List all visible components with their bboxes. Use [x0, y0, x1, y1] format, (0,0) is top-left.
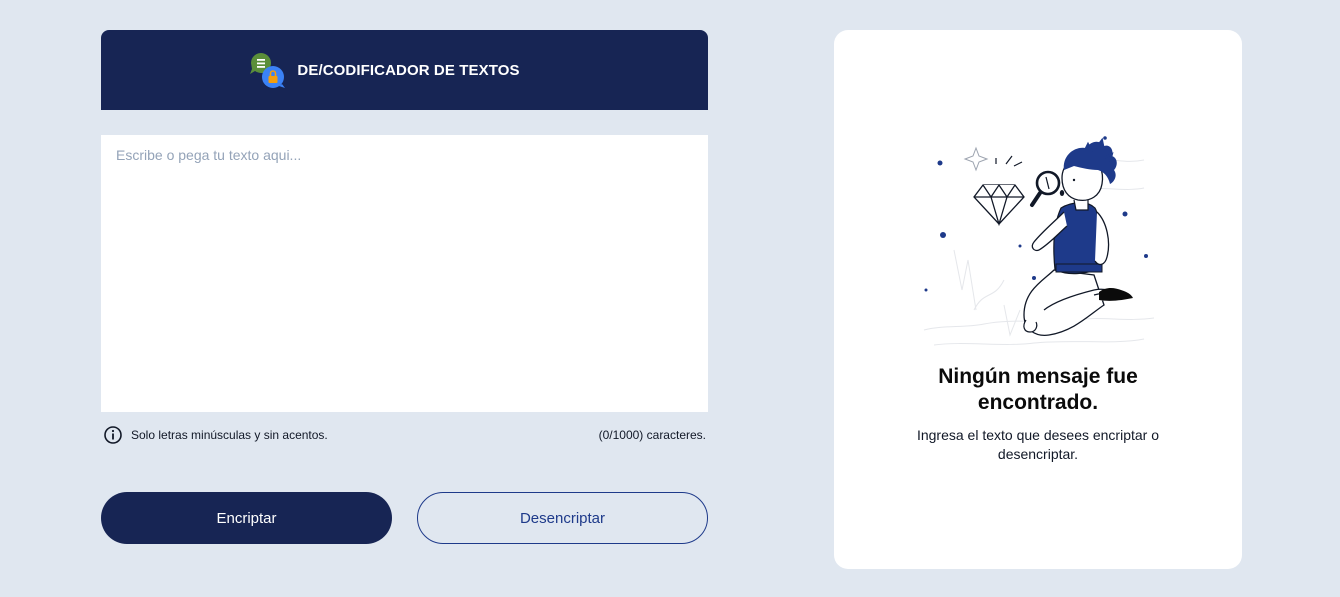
- encrypt-button[interactable]: Encriptar: [101, 492, 392, 544]
- chat-lock-icon: [250, 53, 286, 88]
- app-header: DE/CODIFICADOR DE TEXTOS: [101, 30, 708, 110]
- empty-state-description: Ingresa el texto que desees encriptar o …: [834, 426, 1242, 464]
- text-input[interactable]: [101, 135, 708, 412]
- info-icon: [104, 426, 122, 444]
- result-panel: Ningún mensaje fue encontrado. Ingresa e…: [834, 30, 1242, 569]
- hint-text: Solo letras minúsculas y sin acentos.: [131, 428, 328, 442]
- empty-state-title: Ningún mensaje fue encontrado.: [834, 364, 1242, 416]
- empty-state-title-text: Ningún mensaje fue encontrado.: [938, 365, 1138, 414]
- decrypt-button[interactable]: Desencriptar: [417, 492, 708, 544]
- hint: Solo letras minúsculas y sin acentos.: [101, 425, 328, 445]
- empty-state-description-text: Ingresa el texto que desees encriptar o …: [916, 427, 1160, 462]
- hint-row: Solo letras minúsculas y sin acentos. (0…: [101, 424, 708, 446]
- person-with-magnifying-glass-illustration: [923, 136, 1155, 346]
- character-counter: (0/1000) caracteres.: [598, 428, 706, 442]
- app-title: DE/CODIFICADOR DE TEXTOS: [297, 61, 520, 79]
- text-input-container: [101, 135, 708, 412]
